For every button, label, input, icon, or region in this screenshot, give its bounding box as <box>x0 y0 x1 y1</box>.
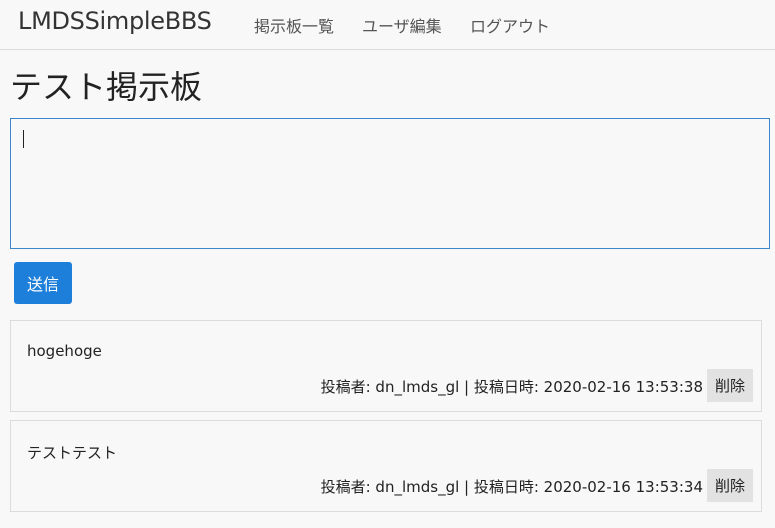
nav-link-board-list[interactable]: 掲示板一覧 <box>254 13 334 37</box>
nav-link-logout[interactable]: ログアウト <box>470 13 550 37</box>
post-meta: 投稿者: dn_lmds_gl | 投稿日時: 2020-02-16 13:53… <box>320 378 703 396</box>
page-title: テスト掲示板 <box>10 68 203 106</box>
brand-link[interactable]: LMDSSimpleBBS <box>18 7 212 35</box>
post-body: テストテスト <box>27 444 118 462</box>
text-caret <box>23 130 24 148</box>
send-button[interactable]: 送信 <box>14 262 72 304</box>
post-meta: 投稿者: dn_lmds_gl | 投稿日時: 2020-02-16 13:53… <box>320 478 703 496</box>
message-input[interactable] <box>10 118 770 249</box>
post-card: hogehoge 投稿者: dn_lmds_gl | 投稿日時: 2020-02… <box>10 320 762 412</box>
delete-button[interactable]: 削除 <box>707 469 753 502</box>
nav-link-user-edit[interactable]: ユーザ編集 <box>362 13 442 37</box>
post-card: テストテスト 投稿者: dn_lmds_gl | 投稿日時: 2020-02-1… <box>10 420 762 512</box>
delete-button[interactable]: 削除 <box>707 369 753 402</box>
post-body: hogehoge <box>27 342 102 360</box>
navbar: LMDSSimpleBBS 掲示板一覧 ユーザ編集 ログアウト <box>0 0 775 50</box>
